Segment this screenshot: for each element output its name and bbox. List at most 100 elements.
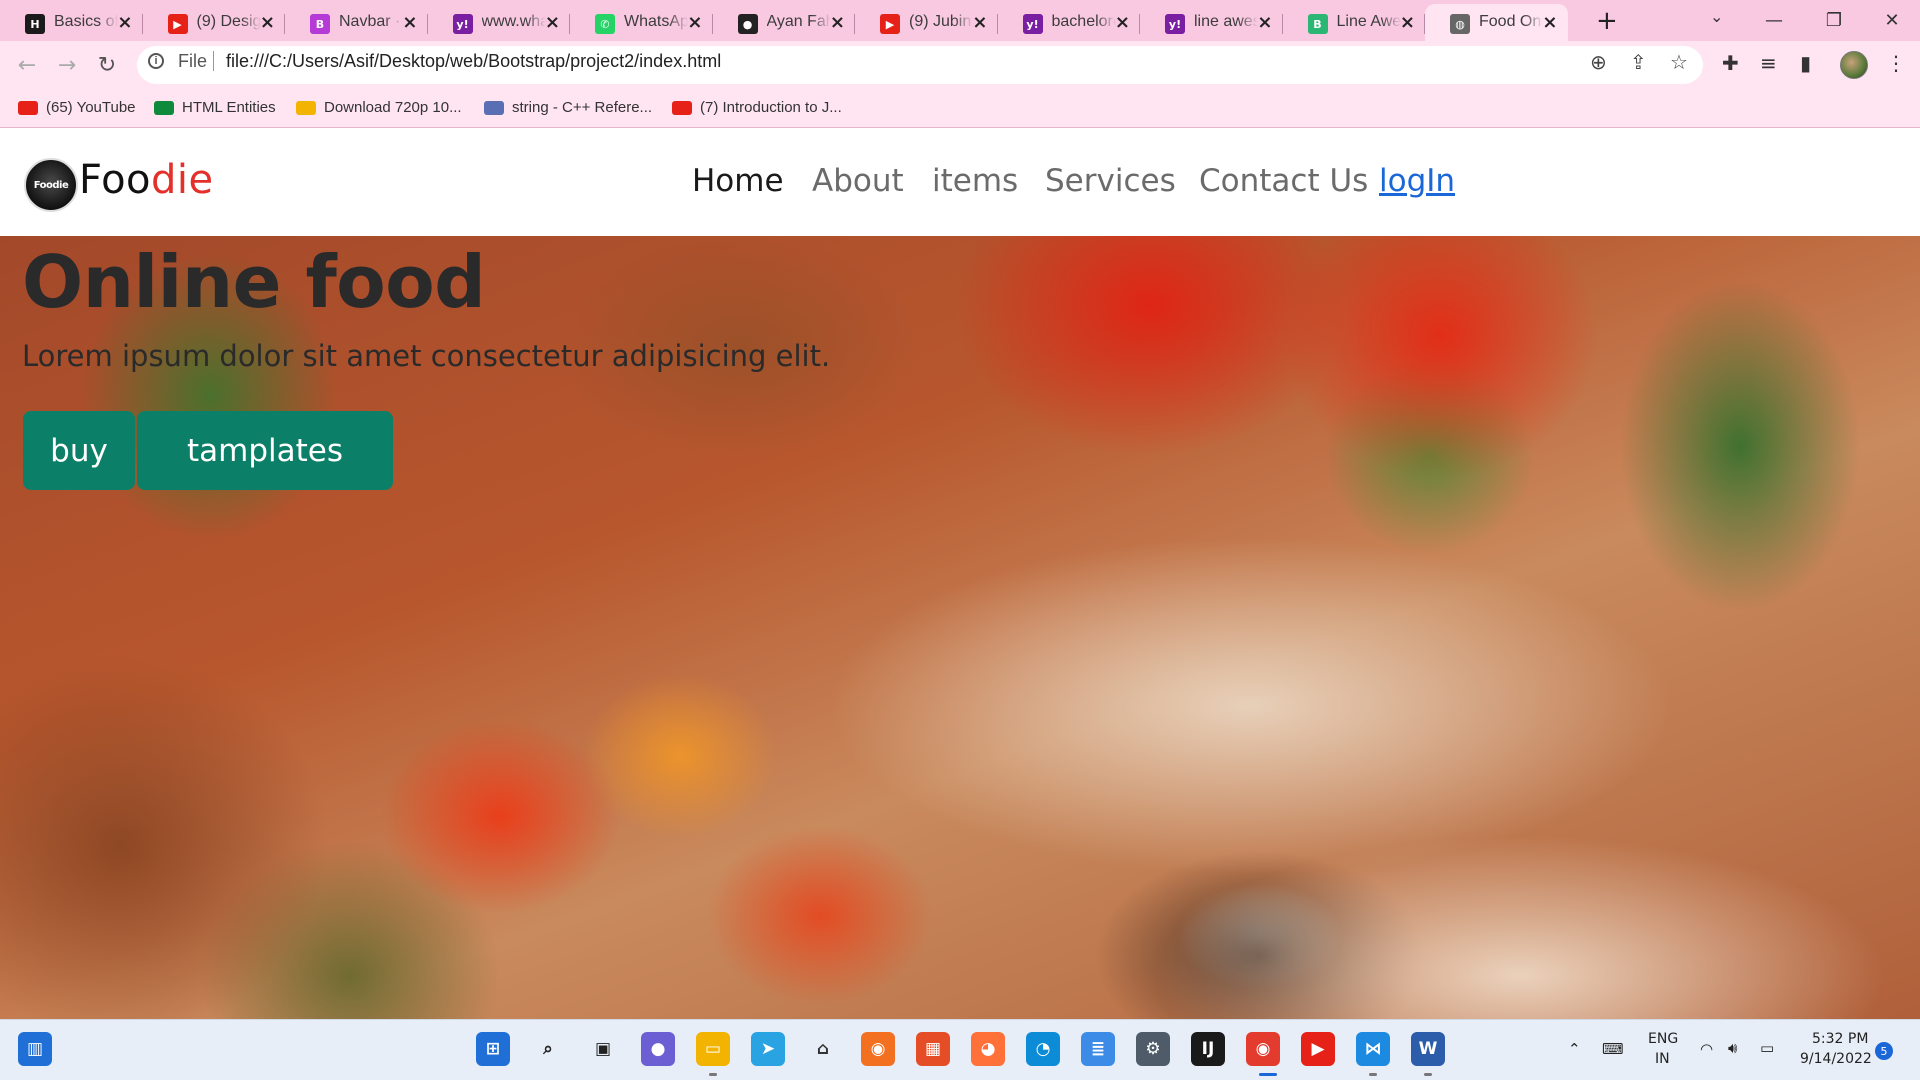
nav-link-contact-us[interactable]: Contact Us (1199, 163, 1368, 199)
tab-close-icon[interactable]: × (1542, 12, 1557, 33)
browser-tab[interactable]: y! bachelore × (998, 4, 1140, 41)
volume-icon[interactable]: 🔊︎ (1728, 1039, 1737, 1057)
tab-title: Food Onl (1479, 13, 1543, 30)
site-info-icon[interactable]: i (148, 53, 164, 69)
bookmark-item[interactable]: HTML Entities (154, 99, 276, 116)
firefox-icon[interactable]: ◕ (971, 1032, 1005, 1066)
battery-icon[interactable]: ▭ (1760, 1039, 1774, 1057)
scheme-label: File (178, 51, 208, 71)
browser-tab[interactable]: H Basics of × (0, 4, 143, 41)
task-view-icon[interactable]: ▣ (586, 1032, 620, 1066)
nav-link-home[interactable]: Home (692, 163, 784, 199)
bookmark-item[interactable]: string - C++ Refere... (484, 99, 652, 116)
whatsapp-icon: ✆ (595, 14, 615, 34)
language-line2[interactable]: IN (1655, 1051, 1670, 1067)
teams-chat-icon[interactable]: ● (641, 1032, 675, 1066)
github-icon: ● (737, 14, 758, 34)
address-divider (213, 51, 214, 71)
tab-close-icon[interactable]: × (545, 12, 560, 33)
side-panel-icon[interactable]: ▮ (1800, 51, 1811, 75)
browser-tab[interactable]: ▶ (9) Jubin × (855, 4, 998, 41)
edge-icon[interactable]: ◔ (1026, 1032, 1060, 1066)
tab-close-icon[interactable]: × (1115, 12, 1130, 33)
settings-icon[interactable]: ⚙ (1136, 1032, 1170, 1066)
brand-name[interactable]: Foodie (79, 157, 214, 203)
yahoo-icon: y! (1022, 14, 1043, 34)
brand-part-1: Foo (79, 157, 152, 203)
browser-tab[interactable]: ◍ Food Onl × (1425, 4, 1568, 41)
wifi-icon[interactable]: ◠ (1700, 1040, 1713, 1058)
profile-avatar[interactable] (1840, 51, 1868, 79)
browser-tab[interactable]: ▶ (9) Desigr × (143, 4, 285, 41)
share-icon[interactable]: ⇪ (1630, 50, 1647, 74)
nav-link-about[interactable]: About (812, 163, 904, 199)
bookmark-item[interactable]: (7) Introduction to J... (672, 99, 842, 116)
tab-close-icon[interactable]: × (687, 12, 702, 33)
new-tab-button[interactable]: + (1596, 6, 1618, 36)
tab-close-icon[interactable]: × (402, 12, 417, 33)
keyboard-icon[interactable]: ⌨ (1602, 1040, 1624, 1058)
page-viewport: Foodie Foodie Home About items Services … (0, 128, 1920, 1019)
browser-toolbar: ← → ↻ i File file:///C:/Users/Asif/Deskt… (0, 41, 1920, 91)
store-icon[interactable]: ⌂ (806, 1032, 840, 1066)
youtube-icon: ▶ (167, 14, 188, 34)
buy-button[interactable]: buy (23, 411, 135, 490)
codepen-icon: B (1307, 14, 1328, 34)
browser-tab[interactable]: y! line awes × (1140, 4, 1283, 41)
extensions-icon[interactable]: ✚ (1722, 51, 1739, 75)
url-text[interactable]: file:///C:/Users/Asif/Desktop/web/Bootst… (226, 51, 721, 72)
bookmark-item[interactable]: Download 720p 10... (296, 99, 462, 116)
tab-close-icon[interactable]: × (1257, 12, 1272, 33)
minimize-button[interactable]: — (1746, 4, 1802, 36)
browser-tab[interactable]: B Line Awe × (1283, 4, 1425, 41)
running-indicator (1259, 1073, 1277, 1076)
tab-close-icon[interactable]: × (830, 12, 845, 33)
menu-kebab-icon[interactable]: ⋮ (1886, 51, 1906, 75)
chrome-icon[interactable]: ◉ (1246, 1032, 1280, 1066)
back-button[interactable]: ← (12, 50, 42, 80)
forward-button[interactable]: → (52, 50, 82, 80)
tab-close-icon[interactable]: × (117, 12, 132, 33)
zoom-icon[interactable]: ⊕ (1590, 50, 1607, 74)
browser-tab[interactable]: y! www.wha × (428, 4, 570, 41)
language-line1[interactable]: ENG (1648, 1031, 1678, 1047)
tab-close-icon[interactable]: × (972, 12, 987, 33)
reload-button[interactable]: ↻ (92, 50, 122, 80)
office-icon[interactable]: ▦ (916, 1032, 950, 1066)
start-icon[interactable]: ⊞ (476, 1032, 510, 1066)
nav-link-services[interactable]: Services (1045, 163, 1176, 199)
telegram-icon[interactable]: ➤ (751, 1032, 785, 1066)
foodie-logo[interactable]: Foodie (24, 158, 78, 212)
browser-tab[interactable]: ● Ayan Fah × (713, 4, 855, 41)
reading-list-icon[interactable]: ≡ (1760, 51, 1777, 75)
nav-link-items[interactable]: items (932, 163, 1018, 199)
vscode-icon[interactable]: ⋈ (1356, 1032, 1390, 1066)
bookmark-item[interactable]: (65) YouTube (18, 99, 136, 116)
show-hidden-icons-chevron-icon[interactable]: ⌃ (1568, 1040, 1581, 1058)
youtube-icon[interactable]: ▶ (1301, 1032, 1335, 1066)
tab-close-icon[interactable]: × (260, 12, 275, 33)
nav-link-login[interactable]: logIn (1379, 163, 1455, 199)
close-window-button[interactable]: ✕ (1864, 4, 1920, 36)
widgets-icon[interactable]: ▥ (18, 1032, 52, 1066)
clock-time[interactable]: 5:32 PM (1812, 1031, 1868, 1047)
clock-date[interactable]: 9/14/2022 (1800, 1051, 1872, 1067)
browser-tab[interactable]: B Navbar · F× (285, 4, 428, 41)
tab-search-chevron-icon[interactable]: ⌄ (1710, 7, 1723, 26)
notepad-icon[interactable]: ≣ (1081, 1032, 1115, 1066)
templates-button[interactable]: tamplates (137, 411, 393, 490)
notification-badge[interactable]: 5 (1875, 1042, 1893, 1060)
bootstrap-icon: B (310, 14, 330, 34)
search-icon[interactable]: ⌕ (531, 1032, 565, 1066)
intellij-icon[interactable]: IJ (1191, 1032, 1225, 1066)
browser-tab[interactable]: ✆ WhatsApp× (570, 4, 713, 41)
screen-capture-icon[interactable]: ◉ (861, 1032, 895, 1066)
youtube-icon: ▶ (880, 14, 900, 34)
bookmark-star-icon[interactable]: ☆ (1670, 50, 1688, 74)
bookmark-label: (7) Introduction to J... (700, 99, 842, 116)
tab-close-icon[interactable]: × (1400, 12, 1415, 33)
maximize-button[interactable]: ❐ (1806, 4, 1862, 36)
file-explorer-icon[interactable]: ▭ (696, 1032, 730, 1066)
site-navbar: Foodie Foodie Home About items Services … (0, 128, 1920, 236)
word-icon[interactable]: W (1411, 1032, 1445, 1066)
